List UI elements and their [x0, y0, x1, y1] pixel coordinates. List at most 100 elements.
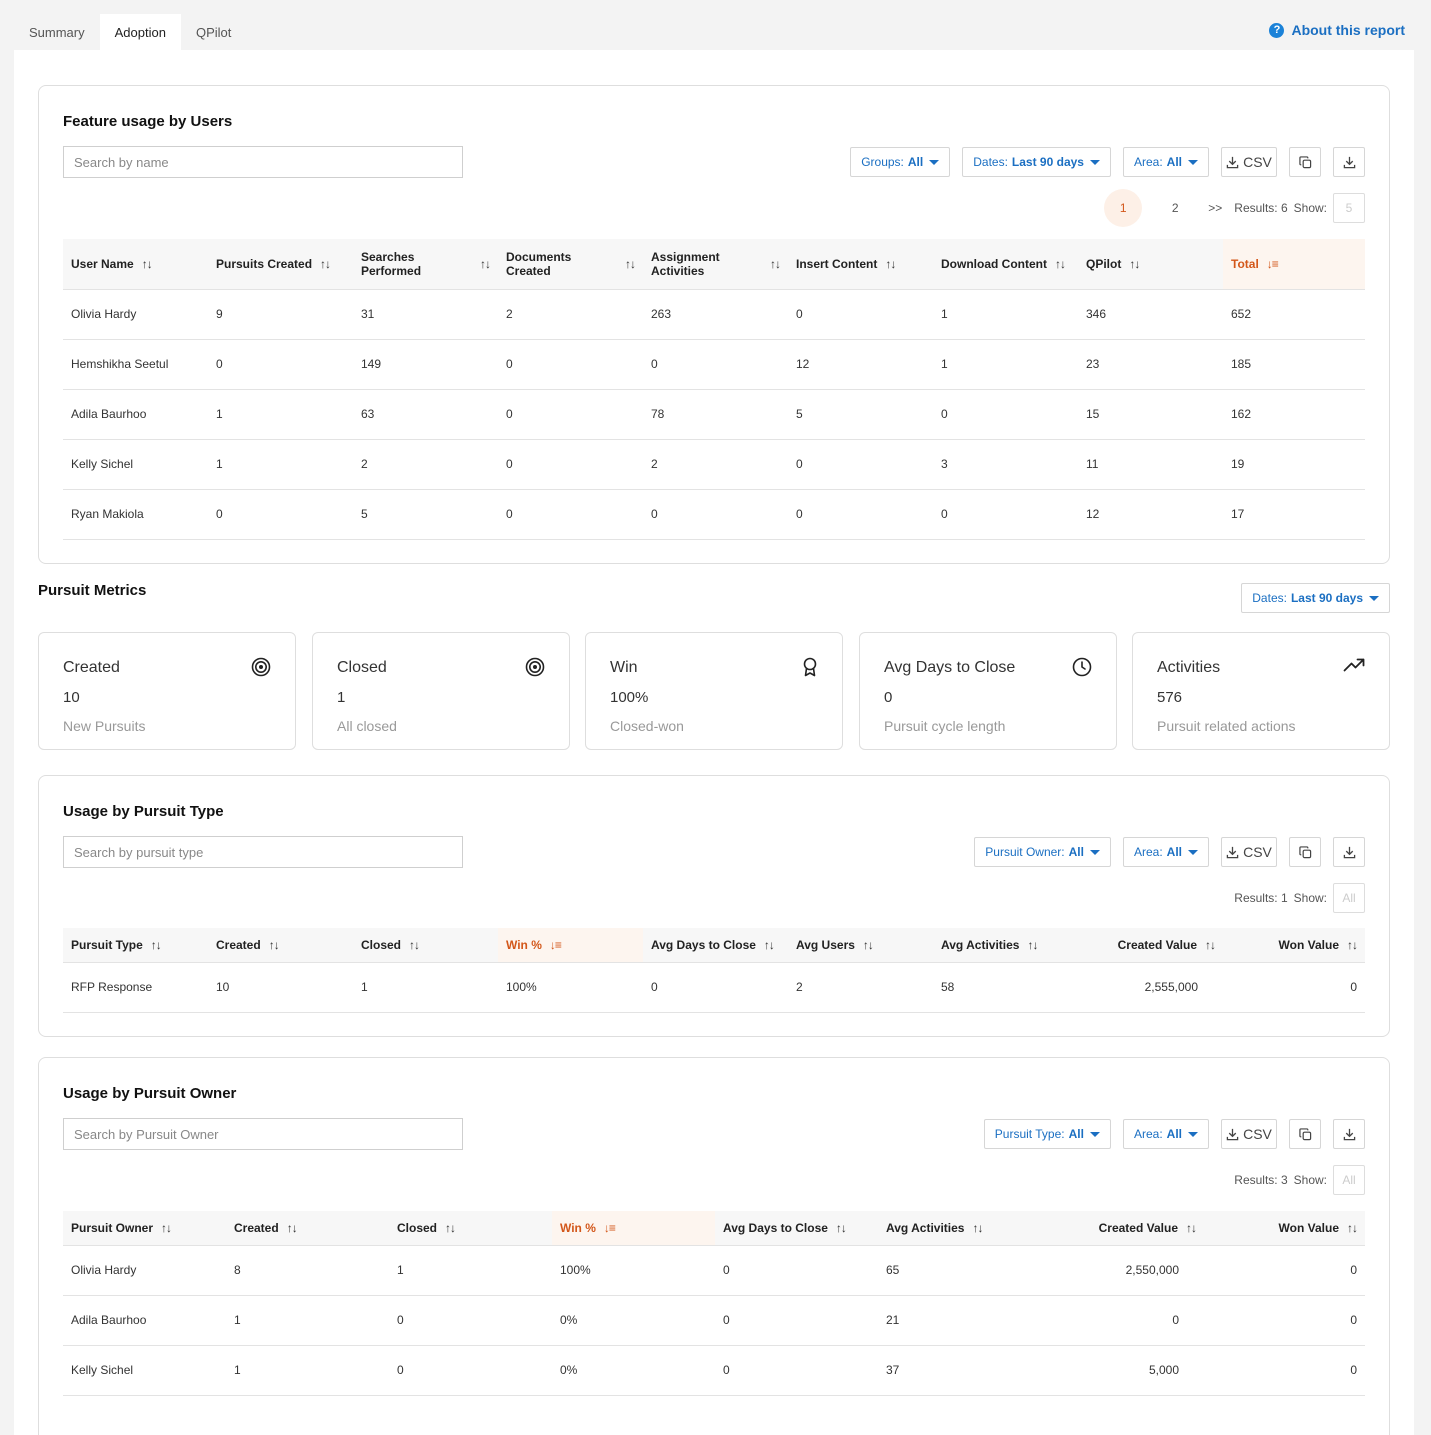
col-win-pct[interactable]: Win % ↓≡: [552, 1211, 715, 1246]
col-created[interactable]: Created ↑↓: [226, 1211, 389, 1246]
col-assignment-activities[interactable]: Assignment Activities ↑↓: [643, 239, 788, 290]
show-count-input[interactable]: 5: [1333, 193, 1365, 223]
cell: 0: [498, 439, 643, 490]
table-row[interactable]: Adila Baurhoo 1 63 0 78 5 0 15 162: [63, 389, 1365, 440]
metric-label: Avg Days to Close: [884, 659, 1016, 676]
csv-label: CSV: [1243, 1126, 1272, 1142]
metrics-dates-filter[interactable]: Dates: Last 90 days: [1241, 583, 1390, 613]
feature-search-input[interactable]: [63, 146, 463, 178]
cell: 9: [208, 289, 353, 340]
col-avg-days-to-close[interactable]: Avg Days to Close ↑↓: [643, 928, 788, 963]
table-row[interactable]: Adila Baurhoo 1 0 0% 0 21 0 0: [63, 1295, 1365, 1346]
table-row[interactable]: Ryan Makiola 0 5 0 0 0 0 12 17: [63, 489, 1365, 540]
tab-qpilot[interactable]: QPilot: [181, 14, 246, 50]
col-win-pct[interactable]: Win % ↓≡: [498, 928, 643, 963]
download-button[interactable]: [1333, 1119, 1365, 1149]
dates-filter[interactable]: Dates: Last 90 days: [962, 147, 1111, 177]
cell-total: 19: [1223, 439, 1365, 490]
copy-button[interactable]: [1289, 147, 1321, 177]
show-count-input[interactable]: All: [1333, 883, 1365, 913]
sort-icon: ↑↓: [1347, 1220, 1358, 1235]
cell: 0: [1041, 1295, 1204, 1346]
csv-export-button[interactable]: CSV: [1221, 1119, 1277, 1149]
csv-export-button[interactable]: CSV: [1221, 837, 1277, 867]
pursuit-type-filter[interactable]: Pursuit Type: All: [983, 1119, 1111, 1149]
table-row[interactable]: Olivia Hardy 9 31 2 263 0 1 346 652: [63, 289, 1365, 340]
pursuit-owner-filter[interactable]: Pursuit Owner: All: [974, 837, 1111, 867]
sort-icon: ↑↓: [1205, 937, 1216, 952]
tab-adoption[interactable]: Adoption: [99, 14, 181, 50]
col-label: Insert Content: [796, 256, 878, 271]
col-label: Documents Created: [506, 249, 572, 278]
cell: 1: [226, 1295, 389, 1346]
clock-icon: [1072, 657, 1092, 677]
sort-icon: ↑↓: [150, 937, 162, 952]
copy-button[interactable]: [1289, 837, 1321, 867]
col-avg-activities[interactable]: Avg Activities ↑↓: [878, 1211, 1041, 1246]
page-1-button[interactable]: 1: [1104, 189, 1143, 227]
col-won-value[interactable]: Won Value ↑↓: [1204, 1211, 1365, 1246]
col-avg-activities[interactable]: Avg Activities ↑↓: [933, 928, 1078, 963]
col-pursuit-owner[interactable]: Pursuit Owner ↑↓: [63, 1211, 226, 1246]
download-button[interactable]: [1333, 837, 1365, 867]
col-documents-created[interactable]: Documents Created ↑↓: [498, 239, 643, 290]
tab-summary[interactable]: Summary: [14, 14, 100, 50]
area-filter[interactable]: Area: All: [1122, 1119, 1209, 1149]
area-filter[interactable]: Area: All: [1122, 837, 1209, 867]
cell-pursuit-owner: Kelly Sichel: [63, 1345, 226, 1396]
show-count-input[interactable]: All: [1333, 1165, 1365, 1195]
col-download-content[interactable]: Download Content ↑↓: [933, 239, 1078, 290]
groups-filter[interactable]: Groups: All: [850, 147, 951, 177]
table-row[interactable]: Olivia Hardy 8 1 100% 0 65 2,550,000 0: [63, 1245, 1365, 1296]
sort-icon: ↑↓: [320, 256, 331, 271]
col-user-name[interactable]: User Name ↑↓: [63, 239, 208, 290]
col-won-value[interactable]: Won Value ↑↓: [1223, 928, 1365, 963]
download-icon: [1226, 846, 1239, 858]
table-row[interactable]: Hemshikha Seetul 0 149 0 0 12 1 23 185: [63, 339, 1365, 390]
cell: 10: [208, 962, 353, 1013]
table-row[interactable]: RFP Response 10 1 100% 0 2 58 2,555,000 0: [63, 962, 1365, 1013]
cell: 12: [1078, 489, 1223, 540]
col-insert-content[interactable]: Insert Content ↑↓: [788, 239, 933, 290]
metric-value: 100%: [610, 689, 649, 706]
col-created[interactable]: Created ↑↓: [208, 928, 353, 963]
table-row[interactable]: Kelly Sichel 1 2 0 2 0 3 11 19: [63, 439, 1365, 490]
col-avg-users[interactable]: Avg Users ↑↓: [788, 928, 933, 963]
area-filter[interactable]: Area: All: [1122, 147, 1209, 177]
filter-value: All: [1166, 845, 1182, 859]
filter-label: Pursuit Owner:: [985, 845, 1065, 859]
cell: 78: [643, 389, 788, 440]
col-pursuit-type[interactable]: Pursuit Type ↑↓: [63, 928, 208, 963]
download-button[interactable]: [1333, 147, 1365, 177]
sort-desc-icon: ↓≡: [1266, 256, 1279, 271]
col-created-value[interactable]: Created Value ↑↓: [1078, 928, 1223, 963]
sort-icon: ↑↓: [835, 1220, 847, 1235]
col-pursuits-created[interactable]: Pursuits Created ↑↓: [208, 239, 353, 290]
show-label: Show:: [1293, 891, 1327, 905]
pursuit-owner-card: Usage by Pursuit Owner Pursuit Type:All …: [38, 1057, 1390, 1435]
col-searches-performed[interactable]: Searches Performed ↑↓: [353, 239, 498, 290]
col-label: Pursuit Type: [71, 937, 143, 952]
col-label: Created Value: [1098, 1220, 1178, 1235]
next-page-button[interactable]: >>: [1208, 189, 1222, 227]
about-report-link[interactable]: ? About this report: [1269, 22, 1405, 38]
cell: 1: [933, 339, 1078, 390]
col-avg-days-to-close[interactable]: Avg Days to Close ↑↓: [715, 1211, 878, 1246]
cell: 0: [715, 1345, 878, 1396]
cell: 2: [788, 962, 933, 1013]
cell: 0: [389, 1345, 552, 1396]
csv-label: CSV: [1243, 154, 1272, 170]
col-qpilot[interactable]: QPilot ↑↓: [1078, 239, 1223, 290]
cell-user-name: Kelly Sichel: [63, 439, 208, 490]
copy-button[interactable]: [1289, 1119, 1321, 1149]
col-total[interactable]: Total ↓≡: [1223, 239, 1365, 290]
pursuit-type-search-input[interactable]: [63, 836, 463, 868]
pursuit-owner-search-input[interactable]: [63, 1118, 463, 1150]
csv-export-button[interactable]: CSV: [1221, 147, 1277, 177]
col-closed[interactable]: Closed ↑↓: [389, 1211, 552, 1246]
table-row[interactable]: Kelly Sichel 1 0 0% 0 37 5,000 0: [63, 1345, 1365, 1396]
col-closed[interactable]: Closed ↑↓: [353, 928, 498, 963]
col-created-value[interactable]: Created Value ↑↓: [1041, 1211, 1204, 1246]
page-2-button[interactable]: 2: [1156, 189, 1194, 227]
cell: 0: [208, 489, 353, 540]
